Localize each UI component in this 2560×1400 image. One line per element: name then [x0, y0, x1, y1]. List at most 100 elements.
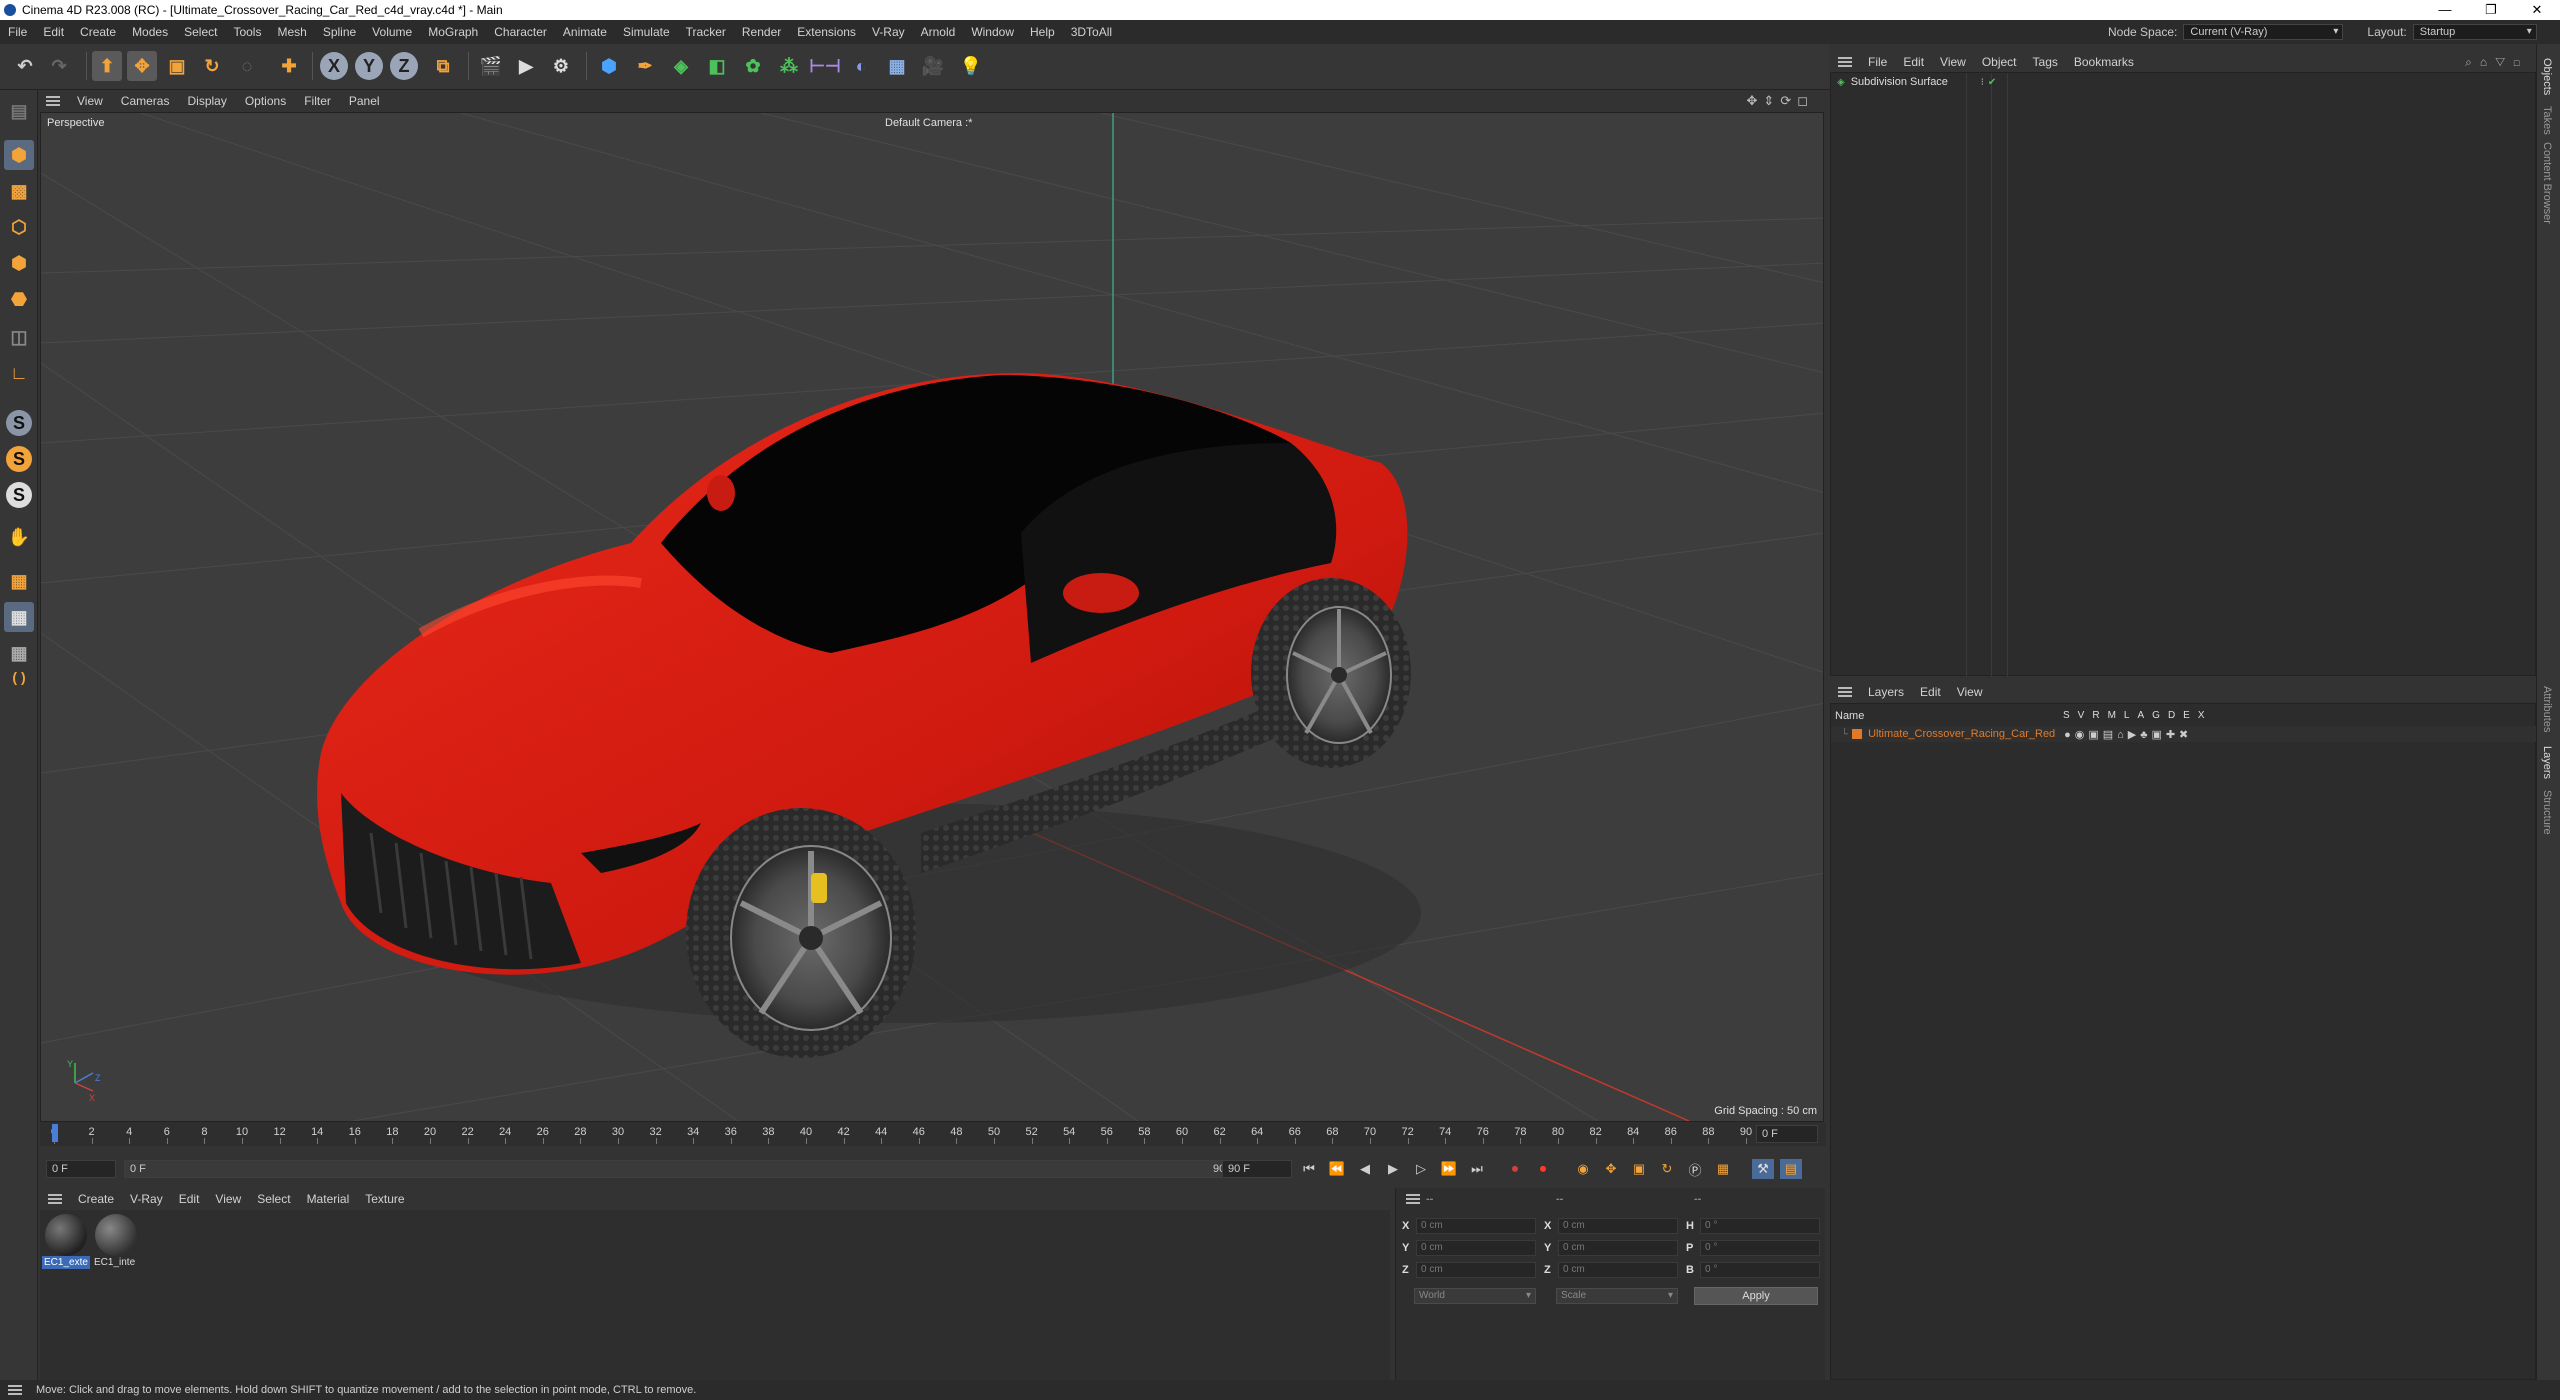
planar-workplane-icon[interactable]: ▦ [4, 602, 34, 632]
light-object-icon[interactable]: 💡 [956, 51, 986, 81]
menu-modes[interactable]: Modes [124, 25, 176, 39]
record-icon[interactable]: ⏺ [1504, 1159, 1526, 1179]
material-menu-vray[interactable]: V-Ray [122, 1192, 171, 1206]
motion-system-icon[interactable]: ⚒ [1752, 1159, 1774, 1179]
start-frame-field[interactable]: 0 F [46, 1160, 116, 1178]
x-axis-lock-icon[interactable]: X [320, 52, 348, 80]
menu-window[interactable]: Window [963, 25, 1022, 39]
menu-select[interactable]: Select [176, 25, 225, 39]
tab-layers[interactable]: Layers [2541, 746, 2553, 779]
viewport-hamburger-icon[interactable] [46, 96, 60, 106]
layers-menu-view[interactable]: View [1949, 685, 1991, 699]
deformer-icon[interactable]: ⊢⊣ [809, 51, 840, 81]
position-y-field[interactable]: 0 cm [1416, 1240, 1536, 1256]
material-swatch[interactable]: EC1_inte [92, 1214, 140, 1269]
rotation-p-field[interactable]: 0 ° [1700, 1240, 1820, 1256]
size-z-field[interactable]: 0 cm [1558, 1262, 1678, 1278]
rotation-h-field[interactable]: 0 ° [1700, 1218, 1820, 1234]
menu-mograph[interactable]: MoGraph [420, 25, 486, 39]
end-frame-field[interactable]: 90 F [1222, 1160, 1292, 1178]
subdivision-surface-icon[interactable]: ◈ [666, 51, 696, 81]
polygons-mode-icon[interactable]: ⬣ [4, 284, 34, 314]
key-parameter-icon[interactable]: Ⓟ [1684, 1159, 1706, 1179]
scale-tool-icon[interactable]: ▣ [162, 51, 192, 81]
viewport-menu-filter[interactable]: Filter [295, 94, 340, 108]
camera-object-icon[interactable]: 🎥 [918, 51, 948, 81]
tab-attributes[interactable]: Attributes [2541, 686, 2553, 732]
coordinate-space-dropdown[interactable]: World [1414, 1288, 1536, 1304]
viewport-menu-display[interactable]: Display [178, 94, 235, 108]
menu-help[interactable]: Help [1022, 25, 1063, 39]
tab-takes[interactable]: Takes [2541, 106, 2553, 135]
edges-mode-icon[interactable]: ⬢ [4, 248, 34, 278]
material-menu-edit[interactable]: Edit [171, 1192, 208, 1206]
menu-simulate[interactable]: Simulate [615, 25, 678, 39]
object-manager-search-icons[interactable]: ⌕⌂▽◻ [2465, 55, 2528, 70]
visibility-dots-icon[interactable]: ⁝ [1981, 77, 1984, 88]
viewport-camera-label[interactable]: Default Camera :* [885, 117, 972, 129]
layer-flag-icons[interactable]: ●◉▣▤⌂▶♣▣✚✖ [2064, 728, 2192, 741]
material-menu-create[interactable]: Create [70, 1192, 122, 1206]
coordinate-system-icon[interactable]: ⧉ [428, 51, 458, 81]
key-pla-icon[interactable]: ▦ [1712, 1159, 1734, 1179]
size-y-field[interactable]: 0 cm [1558, 1240, 1678, 1256]
enabled-check-icon[interactable]: ✔ [1988, 77, 1996, 88]
render-settings-icon[interactable]: ⚙ [546, 51, 576, 81]
live-selection-icon[interactable]: ◌ [232, 51, 262, 81]
model-mode-icon[interactable]: ⬢ [4, 140, 34, 170]
layers-menu-edit[interactable]: Edit [1912, 685, 1949, 699]
render-view-icon[interactable]: 🎬 [476, 51, 506, 81]
goto-end-icon[interactable]: ⏭ [1466, 1159, 1488, 1179]
material-menu-material[interactable]: Material [299, 1192, 358, 1206]
transform-mode-dropdown[interactable]: Scale [1556, 1288, 1678, 1304]
tab-content-browser[interactable]: Content Browser [2541, 142, 2553, 224]
layout-dropdown[interactable]: Startup [2412, 24, 2537, 40]
menu-tracker[interactable]: Tracker [678, 25, 734, 39]
object-menu-object[interactable]: Object [1974, 55, 2025, 69]
floor-object-icon[interactable]: ▦ [882, 51, 912, 81]
menu-character[interactable]: Character [486, 25, 555, 39]
object-hamburger-icon[interactable] [1838, 57, 1852, 67]
mograph-icon[interactable]: ⁂ [774, 51, 804, 81]
keyframe-selection-icon[interactable]: ◉ [1572, 1159, 1594, 1179]
prev-key-icon[interactable]: ⏪ [1326, 1159, 1348, 1179]
y-axis-lock-icon[interactable]: Y [355, 52, 383, 80]
object-menu-view[interactable]: View [1932, 55, 1974, 69]
key-position-icon[interactable]: ✥ [1600, 1159, 1622, 1179]
tab-structure[interactable]: Structure [2541, 790, 2553, 835]
snap-icon[interactable]: S [6, 410, 32, 436]
viewport-menu-panel[interactable]: Panel [340, 94, 389, 108]
transform-tool-icon[interactable]: ✚ [274, 51, 304, 81]
3d-viewport[interactable]: Perspective Default Camera :* Grid Spaci… [40, 112, 1824, 1122]
menu-3dtoall[interactable]: 3DToAll [1063, 25, 1120, 39]
menu-arnold[interactable]: Arnold [913, 25, 964, 39]
menu-tools[interactable]: Tools [225, 25, 269, 39]
minimize-button[interactable]: — [2422, 0, 2468, 20]
make-editable-icon[interactable]: ▤ [4, 96, 34, 126]
select-tool-icon[interactable]: ⬆ [92, 51, 122, 81]
menu-vray[interactable]: V-Ray [864, 25, 913, 39]
playhead-marker[interactable] [52, 1124, 58, 1142]
field-icon[interactable]: ◐ [846, 51, 876, 81]
cloner-icon[interactable]: ✿ [738, 51, 768, 81]
render-picture-viewer-icon[interactable]: ▶ [511, 51, 541, 81]
tab-objects[interactable]: Objects [2541, 58, 2553, 95]
rotate-tool-icon[interactable]: ↻ [197, 51, 227, 81]
object-row[interactable]: ◈ Subdivision Surface ⁝ ✔ [1831, 75, 2537, 89]
next-key-icon[interactable]: ⏩ [1438, 1159, 1460, 1179]
menu-create[interactable]: Create [72, 25, 124, 39]
redo-icon[interactable]: ↷ [44, 51, 74, 81]
menu-volume[interactable]: Volume [364, 25, 420, 39]
undo-icon[interactable]: ↶ [10, 51, 40, 81]
material-menu-select[interactable]: Select [249, 1192, 298, 1206]
layer-row[interactable]: └ Ultimate_Crossover_Racing_Car_Red ●◉▣▤… [1831, 726, 2537, 742]
snap-settings-icon[interactable]: S [6, 446, 32, 472]
prev-frame-icon[interactable]: ◀ [1354, 1159, 1376, 1179]
goto-start-icon[interactable]: ⏮ [1298, 1159, 1320, 1179]
viewport-navigation-icons[interactable]: ✥⇕⟳◻ [1747, 93, 1814, 109]
layers-hamburger-icon[interactable] [1838, 687, 1852, 697]
points-mode-icon[interactable]: ⬡ [4, 212, 34, 242]
menu-extensions[interactable]: Extensions [789, 25, 864, 39]
object-menu-file[interactable]: File [1860, 55, 1895, 69]
position-x-field[interactable]: 0 cm [1416, 1218, 1536, 1234]
